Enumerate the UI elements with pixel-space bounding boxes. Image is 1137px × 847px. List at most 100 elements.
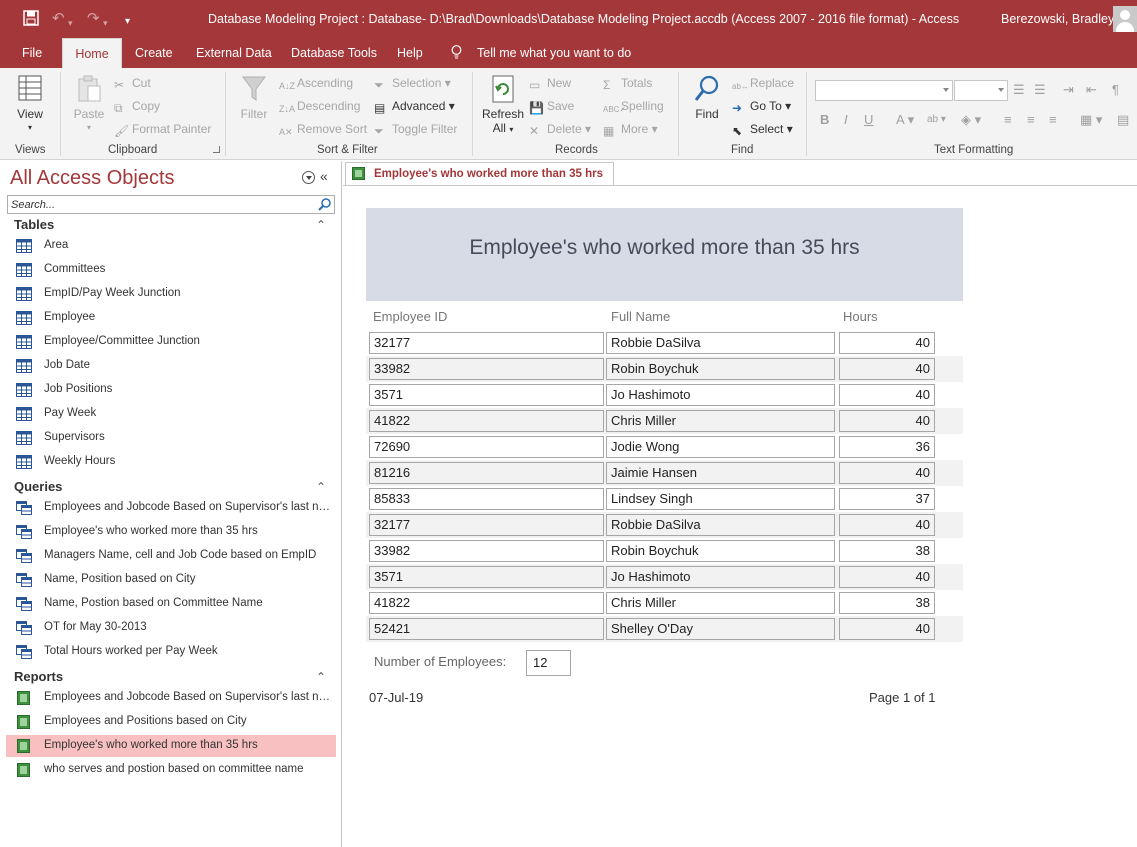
employee-id-cell[interactable]: 41822 [369, 410, 604, 432]
toggle-filter-button[interactable]: ⏷ Toggle Filter [374, 121, 457, 138]
numbering-icon[interactable]: ☰ [1034, 82, 1046, 98]
full-name-cell[interactable]: Robin Boychuk [606, 540, 835, 562]
nav-item[interactable]: who serves and postion based on committe… [6, 759, 336, 781]
select-button[interactable]: ⬉ Select ▾ [732, 121, 793, 138]
search-icon[interactable] [317, 197, 332, 212]
new-record-button[interactable]: ▭ New [529, 75, 571, 92]
full-name-cell[interactable]: Robin Boychuk [606, 358, 835, 380]
hours-cell[interactable]: 40 [839, 462, 935, 484]
employee-id-cell[interactable]: 3571 [369, 384, 604, 406]
nav-item[interactable]: Committees [6, 259, 336, 281]
tab-home[interactable]: Home [62, 38, 122, 69]
highlight-icon[interactable]: ab ▾ [927, 112, 946, 128]
replace-button[interactable]: ab↔Replace [732, 75, 794, 93]
nav-item[interactable]: Employee [6, 307, 336, 329]
font-color-icon[interactable]: A ▾ [896, 112, 914, 128]
avatar[interactable] [1113, 6, 1137, 32]
employee-id-cell[interactable]: 52421 [369, 618, 604, 640]
delete-record-button[interactable]: ✕ Delete ▾ [529, 121, 591, 138]
nav-section-reports[interactable]: Reports [14, 669, 63, 684]
find-button[interactable]: Find [690, 74, 724, 121]
full-name-cell[interactable]: Robbie DaSilva [606, 514, 835, 536]
alternate-row-color-icon[interactable]: ▤ [1117, 112, 1129, 128]
tab-help[interactable]: Help [397, 38, 423, 68]
hours-cell[interactable]: 40 [839, 384, 935, 406]
hours-cell[interactable]: 37 [839, 488, 935, 510]
employee-id-cell[interactable]: 32177 [369, 514, 604, 536]
increase-indent-icon[interactable]: ⇥ [1063, 82, 1074, 98]
hours-cell[interactable]: 40 [839, 410, 935, 432]
bullets-icon[interactable]: ☰ [1013, 82, 1025, 98]
gridlines-icon[interactable]: ▦ ▾ [1080, 112, 1102, 128]
nav-item[interactable]: Area [6, 235, 336, 257]
descending-button[interactable]: Z↓A Descending [279, 98, 360, 115]
full-name-cell[interactable]: Chris Miller [606, 592, 835, 614]
clipboard-launcher-icon[interactable] [213, 146, 220, 153]
employee-id-cell[interactable]: 81216 [369, 462, 604, 484]
nav-item[interactable]: Name, Postion based on Committee Name [6, 593, 336, 615]
nav-item[interactable]: Employee's who worked more than 35 hrs [6, 521, 336, 543]
nav-pane-title[interactable]: All Access Objects [10, 167, 175, 190]
tell-me-input[interactable]: Tell me what you want to do [477, 38, 631, 68]
view-button[interactable]: View ▾ [12, 74, 48, 135]
full-name-cell[interactable]: Jo Hashimoto [606, 384, 835, 406]
collapse-section-icon[interactable]: ⌃ [316, 480, 326, 494]
tab-create[interactable]: Create [135, 38, 173, 68]
totals-button[interactable]: Σ Totals [603, 75, 652, 92]
nav-search-input[interactable] [11, 197, 311, 212]
font-size-combo[interactable] [954, 80, 1008, 101]
filter-button[interactable]: Filter [236, 74, 272, 121]
nav-section-tables[interactable]: Tables [14, 217, 54, 232]
nav-item[interactable]: Total Hours worked per Pay Week [6, 641, 336, 663]
nav-item[interactable]: Pay Week [6, 403, 336, 425]
employee-id-cell[interactable]: 32177 [369, 332, 604, 354]
nav-item[interactable]: Name, Position based on City [6, 569, 336, 591]
nav-item[interactable]: Employees and Positions based on City [6, 711, 336, 733]
undo-dropdown-icon[interactable]: ▾ [68, 14, 73, 32]
employee-id-cell[interactable]: 33982 [369, 358, 604, 380]
full-name-cell[interactable]: Jo Hashimoto [606, 566, 835, 588]
hours-cell[interactable]: 40 [839, 514, 935, 536]
nav-item[interactable]: Supervisors [6, 427, 336, 449]
paste-button[interactable]: Paste ▾ [72, 74, 106, 135]
nav-item[interactable]: EmpID/Pay Week Junction [6, 283, 336, 305]
full-name-cell[interactable]: Robbie DaSilva [606, 332, 835, 354]
nav-item[interactable]: Job Positions [6, 379, 336, 401]
customize-toolbar-icon[interactable]: ▾ [125, 13, 130, 31]
align-right-icon[interactable]: ≡ [1049, 112, 1057, 128]
nav-section-queries[interactable]: Queries [14, 479, 62, 494]
more-button[interactable]: ▦ More ▾ [603, 121, 658, 138]
employee-id-cell[interactable]: 72690 [369, 436, 604, 458]
nav-item[interactable]: Weekly Hours [6, 451, 336, 473]
collapse-section-icon[interactable]: ⌃ [316, 218, 326, 232]
remove-sort-button[interactable]: A✕ Remove Sort [279, 121, 367, 138]
copy-button[interactable]: ⧉ Copy [114, 98, 160, 115]
view-dropdown-icon[interactable]: ▾ [12, 121, 48, 135]
nav-item[interactable]: Employees and Jobcode Based on Superviso… [6, 687, 336, 709]
hours-cell[interactable]: 40 [839, 332, 935, 354]
document-tab[interactable]: Employee's who worked more than 35 hrs [345, 162, 614, 186]
hours-cell[interactable]: 36 [839, 436, 935, 458]
nav-item[interactable]: Employee's who worked more than 35 hrs [6, 735, 336, 757]
tab-file[interactable]: File [22, 38, 42, 68]
fill-color-icon[interactable]: ◈ ▾ [961, 112, 981, 128]
hours-cell[interactable]: 40 [839, 358, 935, 380]
redo-dropdown-icon[interactable]: ▾ [103, 14, 108, 32]
employee-id-cell[interactable]: 3571 [369, 566, 604, 588]
hours-cell[interactable]: 40 [839, 566, 935, 588]
full-name-cell[interactable]: Jaimie Hansen [606, 462, 835, 484]
nav-item[interactable]: Employees and Jobcode Based on Superviso… [6, 497, 336, 519]
bold-icon[interactable]: B [820, 112, 829, 128]
ascending-button[interactable]: A↓Z Ascending [279, 75, 353, 92]
hours-cell[interactable]: 38 [839, 540, 935, 562]
cut-button[interactable]: ✂ Cut [114, 75, 151, 92]
employee-id-cell[interactable]: 41822 [369, 592, 604, 614]
align-left-icon[interactable]: ≡ [1004, 112, 1012, 128]
full-name-cell[interactable]: Jodie Wong [606, 436, 835, 458]
decrease-indent-icon[interactable]: ⇤ [1086, 82, 1097, 98]
align-center-icon[interactable]: ≡ [1027, 112, 1035, 128]
save-icon[interactable] [23, 10, 39, 31]
employee-id-cell[interactable]: 33982 [369, 540, 604, 562]
font-name-combo[interactable] [815, 80, 953, 101]
hours-cell[interactable]: 40 [839, 618, 935, 640]
